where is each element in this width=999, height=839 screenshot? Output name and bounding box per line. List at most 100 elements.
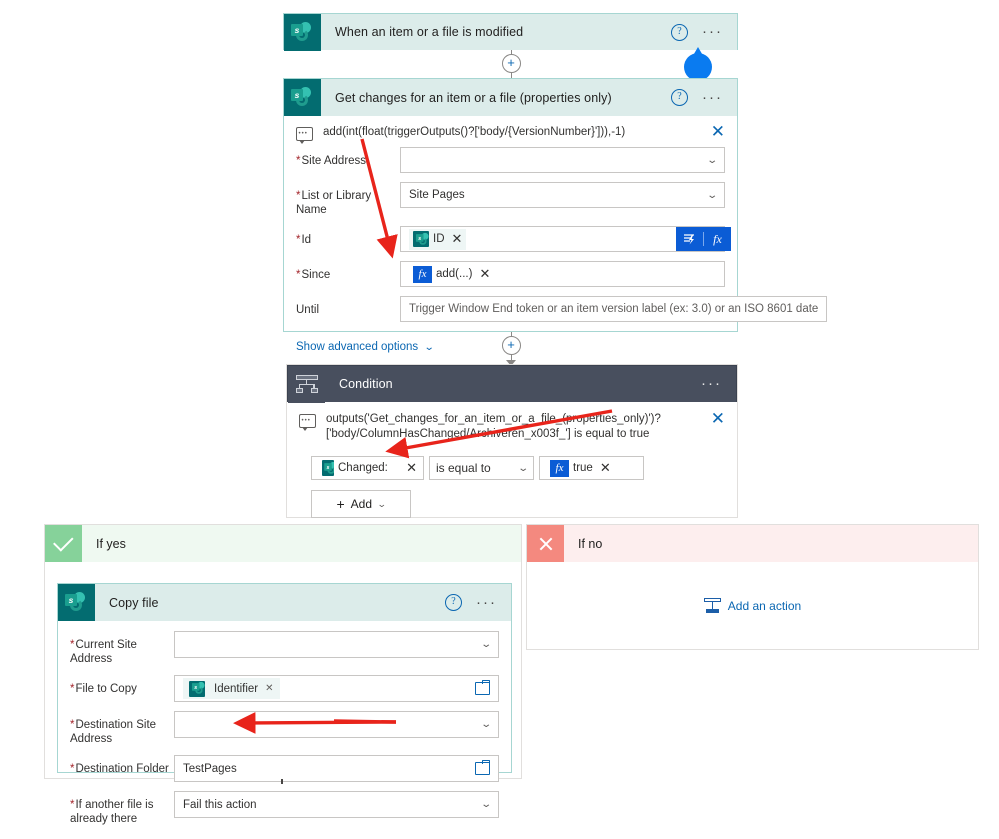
id-token[interactable]: s ID ✕	[409, 228, 467, 250]
chevron-down-icon: ⌄	[516, 462, 529, 474]
condition-right-operand[interactable]: fx true ✕	[539, 456, 644, 480]
fx-icon: fx	[413, 265, 432, 283]
chevron-down-icon: ⌄	[376, 498, 387, 509]
id-field-buttons[interactable]: fx	[676, 227, 731, 251]
condition-card[interactable]: Condition ··· ••• outputs('Get_changes_f…	[286, 364, 738, 518]
id-input[interactable]: s ID ✕ fx	[400, 226, 731, 252]
since-token[interactable]: fx add(...) ✕	[409, 264, 494, 285]
true-token[interactable]: fx true ✕	[546, 458, 615, 479]
since-input[interactable]: fx add(...) ✕	[400, 261, 725, 287]
close-icon[interactable]: ✕	[711, 123, 725, 140]
if-yes-header[interactable]: If yes	[45, 525, 521, 562]
folder-picker-icon[interactable]	[475, 680, 490, 695]
folder-picker-icon[interactable]	[475, 760, 490, 775]
field-label: *If another file is already there	[70, 799, 154, 825]
list-or-library-dropdown[interactable]: Site Pages ⌄	[400, 182, 725, 208]
until-input[interactable]: Trigger Window End token or an item vers…	[400, 296, 828, 322]
close-icon	[527, 525, 564, 562]
close-icon[interactable]: ✕	[265, 683, 273, 694]
field-label: Until	[296, 304, 320, 316]
condition-left-operand[interactable]: s Changed: ✕	[311, 456, 424, 480]
if-no-branch: If no Add an action	[526, 524, 979, 650]
condition-card-header[interactable]: Condition ···	[287, 365, 737, 403]
condition-comment: ••• outputs('Get_changes_for_an_item_or_…	[287, 402, 737, 448]
field-label: *Since	[296, 269, 331, 281]
identifier-token-label: Identifier	[214, 682, 259, 695]
field-until: Until Trigger Window End token or an ite…	[296, 296, 828, 322]
list-or-library-value: Site Pages	[409, 189, 465, 201]
until-placeholder: Trigger Window End token or an item vers…	[409, 303, 819, 315]
field-list-or-library-name: *List or Library Name Site Pages ⌄	[296, 182, 725, 217]
get-changes-card-header[interactable]: s Get changes for an item or a file (pro…	[284, 79, 737, 116]
show-advanced-options-label: Show advanced options	[296, 341, 419, 353]
action-comment-text: add(int(float(triggerOutputs()?['body/{V…	[323, 126, 626, 138]
add-step-icon[interactable]: +	[501, 336, 521, 355]
trigger-card-title: When an item or a file is modified	[335, 25, 524, 39]
help-icon[interactable]: ?	[445, 594, 462, 611]
field-label: *Site Address	[296, 155, 367, 167]
destination-site-address-dropdown[interactable]: ⌄	[174, 711, 499, 738]
trigger-card[interactable]: s When an item or a file is modified ? ·…	[283, 13, 738, 51]
condition-icon	[288, 365, 325, 403]
chevron-down-icon: ⌄	[479, 799, 492, 810]
copy-file-card-title: Copy file	[109, 595, 159, 610]
close-icon[interactable]: ✕	[406, 460, 417, 476]
field-label: *File to Copy	[70, 683, 137, 695]
more-options-icon[interactable]: ···	[702, 90, 723, 105]
file-to-copy-input[interactable]: s Identifier ✕	[174, 675, 499, 702]
if-no-header[interactable]: If no	[527, 525, 978, 562]
chevron-down-icon: ⌄	[705, 189, 718, 201]
more-options-icon[interactable]: ···	[701, 376, 722, 391]
chevron-down-icon: ⌄	[423, 341, 435, 353]
close-icon[interactable]: ✕	[711, 410, 725, 427]
destination-folder-input[interactable]: TestPages	[174, 755, 499, 782]
field-label: *Id	[296, 234, 312, 246]
add-action-icon	[703, 598, 721, 614]
if-another-file-dropdown[interactable]: Fail this action ⌄	[174, 791, 499, 818]
close-icon[interactable]: ✕	[600, 460, 611, 476]
comment-pin[interactable]	[682, 47, 714, 82]
checkmark-icon	[45, 525, 82, 562]
add-an-action-label: Add an action	[727, 599, 802, 613]
help-icon[interactable]: ?	[671, 89, 688, 106]
current-site-address-dropdown[interactable]: ⌄	[174, 631, 499, 658]
dynamic-content-icon[interactable]	[676, 227, 703, 251]
field-label: *Destination Site Address	[70, 719, 157, 745]
identifier-token[interactable]: s Identifier ✕	[183, 678, 280, 699]
more-options-icon[interactable]: ···	[702, 24, 723, 39]
action-comment: ••• add(int(float(triggerOutputs()?['bod…	[284, 116, 737, 147]
changed-token[interactable]: s Changed:	[318, 458, 392, 479]
comment-icon: •••	[296, 127, 313, 144]
condition-operator-dropdown[interactable]: is equal to ⌄	[429, 456, 534, 480]
field-id: *Id s ID ✕ fx	[296, 226, 731, 252]
sharepoint-icon: s	[284, 79, 321, 116]
field-file-to-copy: *File to Copy s Identifier ✕	[70, 675, 499, 702]
field-current-site-address: *Current Site Address ⌄	[70, 631, 499, 666]
field-destination-site-address: *Destination Site Address ⌄	[70, 711, 499, 746]
add-step-icon[interactable]: +	[501, 54, 521, 73]
more-options-icon[interactable]: ···	[476, 595, 497, 610]
if-another-file-value: Fail this action	[183, 798, 257, 811]
add-condition-label: Add	[350, 497, 372, 511]
get-changes-card[interactable]: s Get changes for an item or a file (pro…	[283, 78, 828, 353]
add-an-action-button[interactable]: Add an action	[703, 598, 802, 614]
help-icon[interactable]: ?	[671, 23, 688, 41]
get-changes-card-title: Get changes for an item or a file (prope…	[335, 90, 612, 105]
trigger-card-header[interactable]: s When an item or a file is modified ? ·…	[283, 13, 738, 51]
close-icon[interactable]: ✕	[452, 231, 463, 247]
sharepoint-icon: s	[58, 584, 95, 621]
get-changes-form: *Site Address ⌄ *List or Library Name Si…	[284, 147, 828, 335]
field-label: *Destination Folder	[70, 763, 169, 775]
add-condition-button[interactable]: + Add ⌄	[311, 490, 411, 518]
id-token-label: ID	[433, 233, 445, 245]
copy-file-card-header[interactable]: s Copy file ? ···	[58, 584, 511, 621]
copy-file-card[interactable]: s Copy file ? ··· *Current Site Address …	[57, 583, 512, 825]
close-icon[interactable]: ✕	[479, 266, 490, 282]
copy-file-form: *Current Site Address ⌄ *File to Copy s	[58, 621, 511, 839]
sharepoint-icon: s	[322, 460, 334, 476]
expression-fx-button[interactable]: fx	[704, 227, 731, 251]
field-destination-folder: *Destination Folder TestPages	[70, 755, 499, 782]
condition-card-title: Condition	[339, 377, 393, 391]
site-address-dropdown[interactable]: ⌄	[400, 147, 725, 173]
chevron-down-icon: ⌄	[479, 719, 492, 730]
